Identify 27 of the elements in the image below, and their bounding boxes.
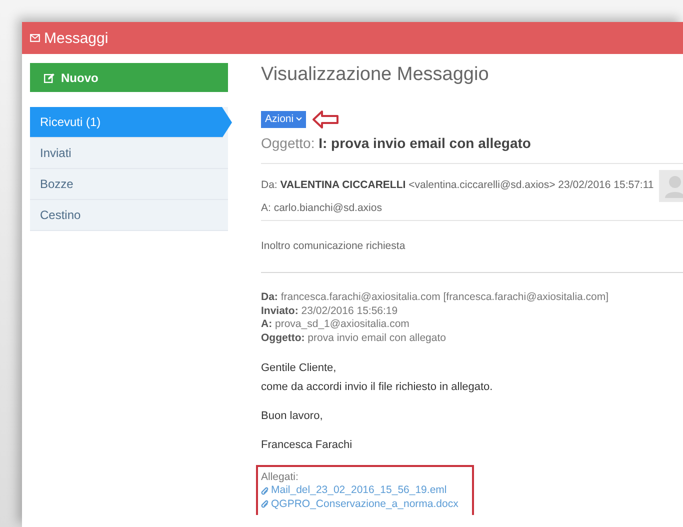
recipient-line: A: carlo.bianchi@sd.axios [261, 202, 683, 221]
edit-icon [44, 72, 55, 82]
envelope-icon [30, 34, 40, 42]
attachment-link[interactable]: Mail_del_23_02_2016_15_56_19.eml [261, 484, 469, 498]
folder-item[interactable]: Inviati [30, 138, 228, 169]
folder-item[interactable]: Bozze [30, 169, 228, 200]
sender-line: Da: VALENTINA CICCARELLI <valentina.ciccarelli@sd.axios> 23/02/2016 15:57:11 [261, 178, 654, 191]
window-title: Messaggi [44, 30, 108, 46]
chevron-down-icon [296, 117, 302, 121]
actions-button[interactable]: Azioni [261, 110, 306, 128]
message-subject: Oggetto: I: prova invio email con allegato [261, 135, 683, 164]
folder-item[interactable]: Cestino [30, 200, 228, 231]
body-text: come da accordi invio il file richiesto in allegato. [261, 380, 494, 395]
attachments-label: Allegati: [261, 470, 298, 483]
body-text: Buon lavoro, [261, 408, 324, 424]
new-message-button[interactable]: Nuovo [30, 63, 228, 92]
attachment-link[interactable]: QGPRO_Conservazione_a_norma.docx [261, 498, 469, 512]
body-text: Gentile Cliente, [261, 360, 338, 376]
arrow-left-icon [312, 110, 339, 128]
forward-header-line: Oggetto: prova invio email con allegato [261, 332, 447, 346]
forward-header-line: A: prova_sd_1@axiositalia.com [261, 318, 410, 332]
page-heading: Visualizzazione Messaggio [261, 64, 490, 86]
forward-header-line: Da: francesca.farachi@axiositalia.com [francesca.farachi@axiositalia.com] [261, 291, 610, 305]
message-intro: Inoltro comunicazione richiesta [261, 221, 683, 273]
forward-header-line: Inviato: 23/02/2016 15:56:19 [261, 304, 399, 318]
folder-item[interactable]: Ricevuti (1) [30, 107, 234, 138]
body-text: Francesca Farachi [261, 438, 354, 453]
